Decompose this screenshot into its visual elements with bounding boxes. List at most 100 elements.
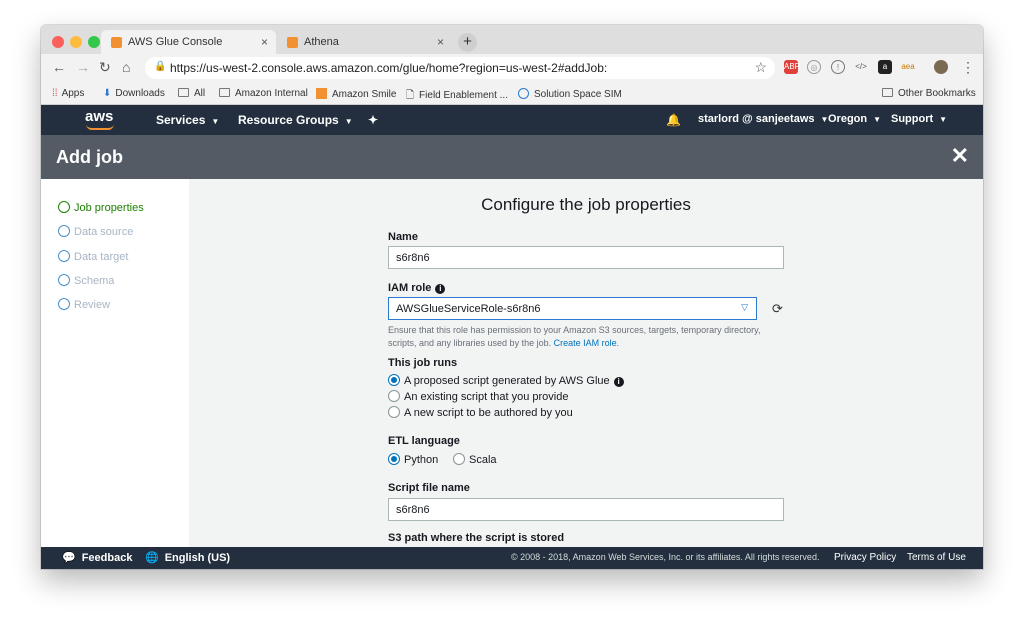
- chevron-down-icon: ▽: [741, 302, 748, 312]
- folder-icon: [219, 88, 230, 97]
- terms-of-use-link[interactable]: Terms of Use: [907, 552, 966, 563]
- aws-favicon-icon: [111, 37, 122, 48]
- chevron-down-icon: ▼: [939, 115, 948, 124]
- home-icon[interactable]: ⌂: [122, 59, 130, 75]
- bookmark-solution-space[interactable]: Solution Space SIM: [518, 88, 622, 100]
- step-schema[interactable]: Schema: [58, 274, 114, 287]
- download-icon: ⬇: [103, 88, 112, 99]
- chevron-down-icon: ▼: [344, 117, 353, 126]
- tab-title: Athena: [304, 36, 339, 48]
- apps-grid-icon: ⁞⁞: [52, 88, 58, 99]
- bookmark-field-enablement[interactable]: 🗋 Field Enablement ...: [406, 88, 508, 105]
- bookmarks-bar: ⁞⁞ Apps ⬇ Downloads All Amazon Internal Am…: [41, 83, 983, 105]
- script-file-label: Script file name: [388, 482, 470, 494]
- radio-python[interactable]: Python: [388, 453, 438, 466]
- menu-icon[interactable]: ⋮: [961, 59, 975, 76]
- tab-close-icon[interactable]: ×: [437, 35, 444, 49]
- browser-toolbar: ← → ↻ ⌂ 🔒 https://us-west-2.console.aws.…: [41, 54, 983, 83]
- tab-strip: AWS Glue Console × Athena × +: [41, 25, 983, 55]
- radio-icon[interactable]: [388, 406, 400, 418]
- info-icon[interactable]: i: [613, 377, 624, 387]
- tab-title: AWS Glue Console: [128, 36, 223, 48]
- url-text[interactable]: https://us-west-2.console.aws.amazon.com…: [170, 61, 607, 75]
- step-circle-icon: [58, 250, 70, 262]
- step-review[interactable]: Review: [58, 298, 110, 311]
- s3-path-label: S3 path where the script is stored: [388, 532, 565, 544]
- radio-icon[interactable]: [453, 453, 465, 465]
- page-icon: 🗋: [406, 90, 415, 101]
- pin-icon[interactable]: ✦: [368, 113, 378, 127]
- radio-scala[interactable]: Scala: [453, 453, 497, 466]
- bookmark-star-icon[interactable]: ☆: [754, 59, 767, 76]
- bookmark-amazon-smile[interactable]: Amazon Smile: [316, 88, 396, 100]
- close-icon[interactable]: ✕: [951, 143, 969, 169]
- job-runs-label: This job runs: [388, 357, 458, 369]
- radio-selected-icon[interactable]: [388, 374, 400, 386]
- feedback-link[interactable]: 💬 Feedback: [62, 551, 132, 564]
- radio-existing-script[interactable]: An existing script that you provide: [388, 390, 568, 403]
- radio-new-script[interactable]: A new script to be authored by you: [388, 406, 573, 419]
- tab-close-icon[interactable]: ×: [261, 35, 268, 49]
- services-menu[interactable]: Services ▼: [156, 113, 219, 127]
- bookmark-apps[interactable]: ⁞⁞ Apps: [52, 88, 84, 99]
- info-icon[interactable]: i: [435, 284, 446, 294]
- folder-icon: [178, 88, 189, 97]
- bookmark-other[interactable]: Other Bookmarks: [882, 88, 976, 99]
- chevron-down-icon: ▼: [211, 117, 220, 126]
- tab-athena[interactable]: Athena ×: [277, 30, 452, 55]
- extension-icon[interactable]: ◎: [807, 60, 821, 74]
- aws-navigation: aws Services ▼ Resource Groups ▼ ✦ 🔔 starl…: [41, 105, 983, 135]
- step-circle-icon: [58, 274, 70, 286]
- extension-icon[interactable]: aea: [901, 60, 915, 74]
- globe-icon: 🌐: [145, 552, 159, 564]
- refresh-icon[interactable]: ⟳: [772, 301, 783, 317]
- profile-avatar[interactable]: [934, 60, 948, 74]
- iam-role-select[interactable]: AWSGlueServiceRole-s6r8n6 ▽: [388, 297, 757, 320]
- iam-role-help: Ensure that this role has permission to …: [388, 325, 761, 348]
- minimize-window-button[interactable]: [70, 36, 82, 48]
- folder-icon: [882, 88, 893, 97]
- account-menu[interactable]: starlord @ sanjeetaws ▼: [698, 113, 828, 125]
- speech-bubble-icon: 💬: [62, 552, 76, 564]
- name-input[interactable]: s6r8n6: [388, 246, 784, 269]
- bookmark-downloads[interactable]: ⬇ Downloads: [103, 88, 165, 99]
- step-circle-icon: [58, 225, 70, 237]
- resource-groups-menu[interactable]: Resource Groups ▼: [238, 113, 353, 127]
- wizard-steps: Job properties Data source Data target S…: [41, 179, 189, 547]
- back-icon[interactable]: ←: [52, 59, 66, 75]
- script-file-input[interactable]: s6r8n6: [388, 498, 784, 521]
- step-data-target[interactable]: Data target: [58, 250, 128, 263]
- notifications-bell-icon[interactable]: 🔔: [666, 113, 681, 127]
- copyright-text: © 2008 - 2018, Amazon Web Services, Inc.…: [511, 552, 820, 562]
- extension-icon[interactable]: !: [831, 60, 845, 74]
- iam-role-label: IAM role i: [388, 282, 446, 294]
- radio-selected-icon[interactable]: [388, 453, 400, 465]
- browser-window: AWS Glue Console × Athena × + ← → ↻ ⌂ 🔒 …: [41, 25, 983, 569]
- create-iam-role-link[interactable]: Create IAM role.: [554, 338, 620, 348]
- step-job-properties[interactable]: Job properties: [58, 201, 144, 214]
- console-footer: 💬 Feedback 🌐 English (US) © 2008 - 2018, A…: [41, 547, 983, 569]
- privacy-policy-link[interactable]: Privacy Policy: [834, 552, 896, 563]
- tab-aws-glue[interactable]: AWS Glue Console ×: [101, 30, 276, 55]
- lock-icon: 🔒: [154, 61, 167, 72]
- maximize-window-button[interactable]: [88, 36, 100, 48]
- radio-icon[interactable]: [388, 390, 400, 402]
- code-extension-icon[interactable]: </>: [854, 60, 868, 74]
- adblock-extension-icon[interactable]: ABP: [784, 60, 800, 74]
- support-menu[interactable]: Support ▼: [891, 113, 947, 125]
- radio-proposed-script[interactable]: A proposed script generated by AWS Glue i: [388, 374, 624, 387]
- aws-logo[interactable]: aws: [85, 108, 114, 130]
- forward-icon[interactable]: →: [76, 59, 90, 75]
- address-bar[interactable]: 🔒 https://us-west-2.console.aws.amazon.c…: [145, 57, 775, 79]
- language-selector[interactable]: 🌐 English (US): [145, 551, 230, 564]
- bookmark-all[interactable]: All: [178, 88, 205, 99]
- bookmark-amazon-internal[interactable]: Amazon Internal: [219, 88, 308, 99]
- extension-icon[interactable]: a: [878, 60, 892, 74]
- step-circle-icon: [58, 201, 70, 213]
- close-window-button[interactable]: [52, 36, 64, 48]
- region-menu[interactable]: Oregon ▼: [828, 113, 881, 125]
- step-data-source[interactable]: Data source: [58, 225, 133, 238]
- name-label: Name: [388, 231, 418, 243]
- new-tab-button[interactable]: +: [458, 33, 477, 52]
- reload-icon[interactable]: ↻: [99, 59, 111, 76]
